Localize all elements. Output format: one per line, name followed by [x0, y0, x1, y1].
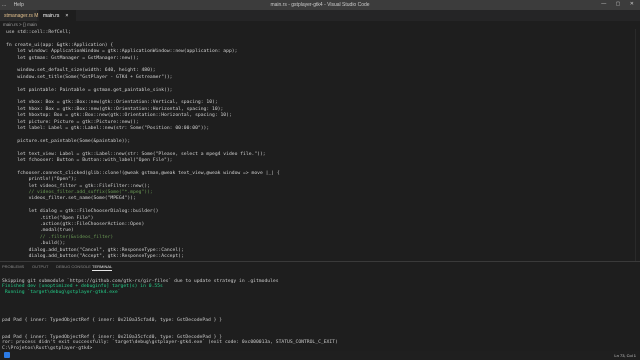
code-editor[interactable]: use std::cell::RefCell; fn create_ui(app:… — [0, 29, 640, 261]
code-text: videos_filter.set_name(Some("MPEG4")); — [6, 196, 136, 202]
status-bar: Ln 73, Col 1 — [0, 351, 640, 360]
code-text: let paintable: Paintable = gstman.get_pa… — [6, 87, 173, 93]
code-text: let label: Label = gtk::Label::new(str: … — [6, 126, 210, 131]
title-bar: ... Help main.rs - gstplayer-gtk4 - Visu… — [0, 0, 640, 10]
code-text: let gstman: GstManager = GstManager::new… — [6, 55, 139, 61]
breadcrumb[interactable]: main.rs > {} main — [0, 21, 640, 29]
cursor-position[interactable]: Ln 73, Col 1 — [614, 353, 636, 358]
tab-label: stmanager.rs M — [4, 13, 39, 19]
close-icon[interactable]: × — [65, 13, 68, 19]
panel-tabs: PROBLEMS OUTPUT DEBUG CONSOLE TERMINAL — [0, 262, 640, 271]
tab-stmanager[interactable]: stmanager.rs M — [0, 10, 38, 21]
terminal-line: pad Pad { inner: TypedObjectRef { inner:… — [2, 317, 223, 323]
code-text: use std::cell::RefCell; — [6, 30, 71, 35]
bottom-panel: PROBLEMS OUTPUT DEBUG CONSOLE TERMINAL S… — [0, 261, 640, 351]
tab-debug-console[interactable]: DEBUG CONSOLE — [56, 264, 91, 269]
terminal-line: Running `target\debug\gstplayer-gtk4.exe… — [2, 289, 121, 295]
tab-output[interactable]: OUTPUT — [32, 264, 48, 269]
remote-icon[interactable] — [4, 352, 10, 358]
tab-terminal[interactable]: TERMINAL — [92, 264, 113, 271]
window-controls[interactable]: — ▢ ✕ — [601, 1, 638, 7]
tab-problems[interactable]: PROBLEMS — [2, 264, 24, 269]
code-text: picture.set_paintable(Some(&paintable)); — [6, 138, 131, 144]
code-text: dialog.add_button("Accept", gtk::Respons… — [6, 254, 184, 259]
code-text: let fchooser: Button = Button::with_labe… — [6, 158, 173, 163]
editor-scrollbar[interactable] — [635, 29, 640, 261]
code-text: window.set_title(Some("GstPlayer - GTK4 … — [6, 74, 173, 80]
editor-tab-bar: stmanager.rs M main.rs × — [0, 10, 640, 21]
window-title: main.rs - gstplayer-gtk4 - Visual Studio… — [270, 2, 370, 8]
tab-label: main.rs — [43, 13, 60, 19]
tab-main[interactable]: main.rs × — [39, 10, 77, 21]
